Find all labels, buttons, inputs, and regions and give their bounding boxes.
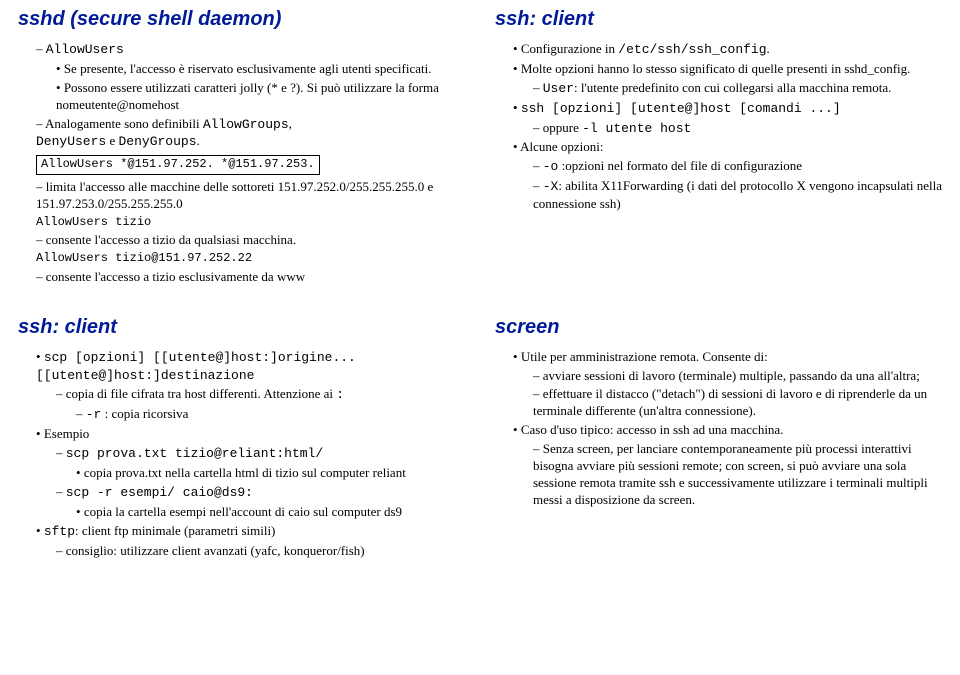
item-copia-prova: copia prova.txt nella cartella html di t… [18,465,465,482]
txt-e: e [106,133,118,148]
code-allowusers: AllowUsers [46,42,124,57]
code-box-allowusers: AllowUsers *@151.97.252. *@151.97.253. [36,155,320,175]
item-distacco: effettuare il distacco ("detach") di ses… [495,386,942,420]
item-utile: Utile per amministrazione remota. Consen… [495,349,942,366]
row-spacer [18,288,942,316]
item-sftp: sftp: client ftp minimale (parametri sim… [18,523,465,541]
bottom-left-slide: ssh: client scp [opzioni] [[utente@]host… [18,316,465,562]
title-sshd: sshd (secure shell daemon) [18,8,465,31]
item-consente-tizio: consente l'accesso a tizio da qualsiasi … [18,232,465,249]
code-allowusers-tizio: AllowUsers tizio [18,215,465,231]
item-scp-r-esempi: scp -r esempi/ caio@ds9: [18,484,465,502]
title-ssh-client-1: ssh: client [495,8,942,31]
code-scp: scp [opzioni] [[utente@]host:]origine...… [36,350,356,383]
txt-dot: . [197,133,200,148]
item-senza-screen: Senza screen, per lanciare contemporanea… [495,441,942,509]
item-opt-x: -X: abilita X11Forwarding (i dati del pr… [495,178,942,213]
txt-user-desc: : l'utente predefinito con cui collegars… [574,80,891,95]
item-alcune-opzioni: Alcune opzioni: [495,139,942,156]
txt-r-desc: : copia ricorsiva [101,406,188,421]
title-screen: screen [495,316,942,339]
top-left-slide: sshd (secure shell daemon) AllowUsers Se… [18,8,465,288]
item-esempio: Esempio [18,426,465,443]
bottom-right-slide: screen Utile per amministrazione remota.… [495,316,942,562]
item-box: AllowUsers *@151.97.252. *@151.97.253. [18,153,465,177]
code-x: -X [543,179,559,194]
item-consiglio: consiglio: utilizzare client avanzati (y… [18,543,465,560]
code-o: -o [543,159,559,174]
txt-o-desc: :opzioni nel formato del file di configu… [558,158,802,173]
code-ssh-cmd: ssh [opzioni] [utente@]host [comandi ...… [521,101,841,116]
item-config: Configurazione in /etc/ssh/ssh_config. [495,41,942,59]
item-avviare: avviare sessioni di lavoro (terminale) m… [495,368,942,385]
code-scp-prova: scp prova.txt tizio@reliant:html/ [66,446,323,461]
item-analogamente: Analogamente sono definibili AllowGroups… [18,116,465,152]
top-row: sshd (secure shell daemon) AllowUsers Se… [18,8,942,288]
txt-sftp-desc: : client ftp minimale (parametri simili) [75,523,275,538]
item-allowusers: AllowUsers [18,41,465,59]
txt-comma: , [289,116,292,131]
item-scp: scp [opzioni] [[utente@]host:]origine...… [18,349,465,385]
code-sshconfig: /etc/ssh/ssh_config [618,42,766,57]
txt-dot2: . [767,41,770,56]
code-l-utente: -l utente host [582,121,691,136]
item-copia-cifrata: copia di file cifrata tra host different… [18,386,465,404]
txt-analog: Analogamente sono definibili [45,116,203,131]
txt-x-desc: : abilita X11Forwarding (i dati del prot… [533,178,942,211]
item-oppure: oppure -l utente host [495,120,942,138]
code-denygroups: DenyGroups [119,134,197,149]
title-ssh-client-2: ssh: client [18,316,465,339]
code-user: User [543,81,574,96]
txt-config: Configurazione in [521,41,618,56]
code-allowgroups: AllowGroups [203,117,289,132]
item-ssh-cmd: ssh [opzioni] [utente@]host [comandi ...… [495,100,942,118]
top-right-slide: ssh: client Configurazione in /etc/ssh/s… [495,8,942,288]
code-sftp: sftp [44,524,75,539]
item-limita: limita l'accesso alle macchine delle sot… [18,179,465,213]
code-allowusers-tizio-ip: AllowUsers tizio@151.97.252.22 [18,251,465,267]
item-jolly: Possono essere utilizzati caratteri joll… [18,80,465,114]
item-scp-prova: scp prova.txt tizio@reliant:html/ [18,445,465,463]
txt-oppure: oppure [543,120,582,135]
item-caso-uso: Caso d'uso tipico: accesso in ssh ad una… [495,422,942,439]
code-colon: : [336,387,344,402]
code-scp-r: scp -r esempi/ caio@ds9: [66,485,253,500]
item-copia-esempi: copia la cartella esempi nell'account di… [18,504,465,521]
code-denyusers: DenyUsers [36,134,106,149]
bottom-row: ssh: client scp [opzioni] [[utente@]host… [18,316,942,562]
item-consente-www: consente l'accesso a tizio esclusivament… [18,269,465,286]
txt-copia: copia di file cifrata tra host different… [66,386,337,401]
item-molte-opzioni: Molte opzioni hanno lo stesso significat… [495,61,942,78]
item-opt-o: -o :opzioni nel formato del file di conf… [495,158,942,176]
item-r: -r : copia ricorsiva [18,406,465,424]
item-reserved: Se presente, l'accesso è riservato esclu… [18,61,465,78]
code-r: -r [86,407,102,422]
item-user: User: l'utente predefinito con cui colle… [495,80,942,98]
